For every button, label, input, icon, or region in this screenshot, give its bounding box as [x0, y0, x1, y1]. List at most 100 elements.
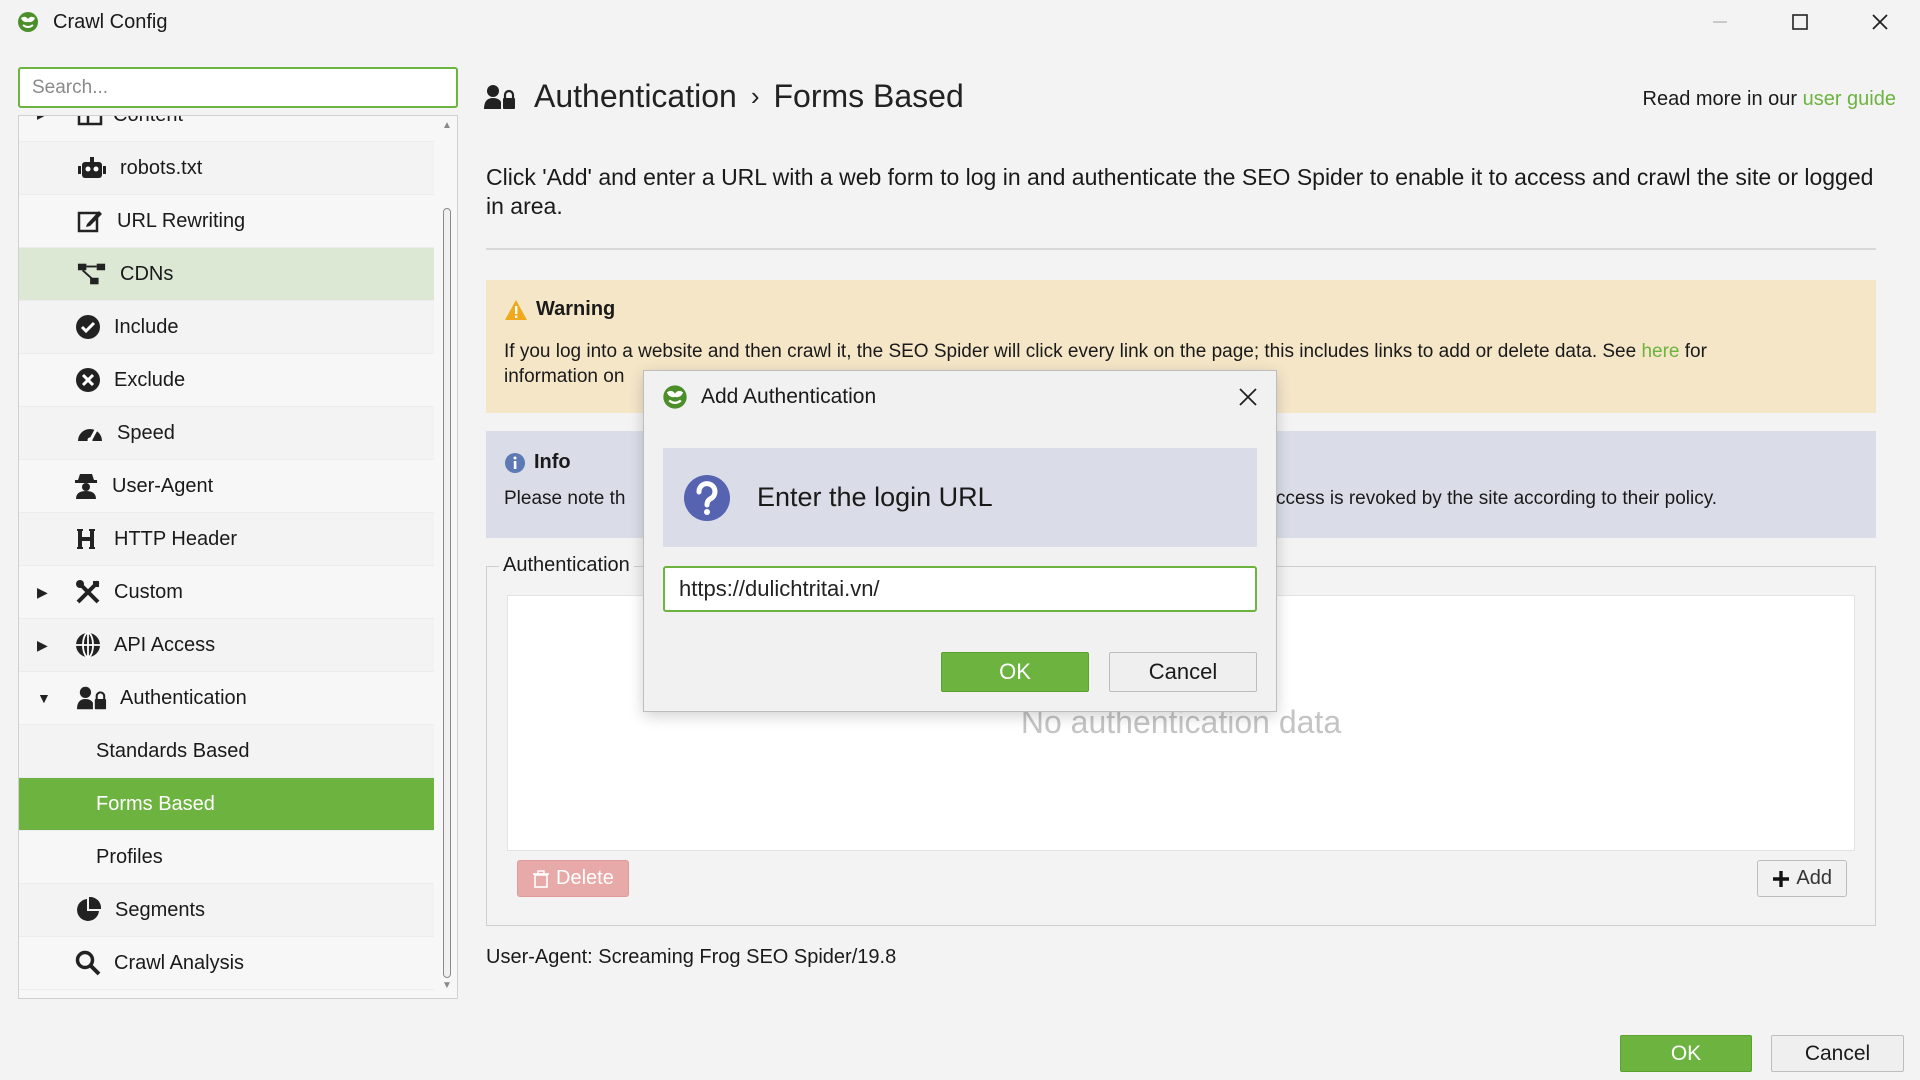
layout-icon: [75, 116, 105, 130]
close-button[interactable]: [1840, 0, 1920, 44]
dialog-cancel-button[interactable]: Cancel: [1109, 652, 1257, 692]
sidebar-item-label: API Access: [114, 633, 216, 656]
sidebar-item-standards-based[interactable]: Standards Based: [19, 725, 434, 778]
breadcrumb-separator: ›: [750, 81, 760, 111]
read-more-text: Read more in our: [1642, 88, 1803, 110]
add-button[interactable]: Add: [1757, 860, 1847, 897]
minimize-icon: [1713, 21, 1727, 23]
sidebar-item-user-agent[interactable]: User-Agent: [19, 460, 434, 513]
user-guide-link[interactable]: user guide: [1803, 88, 1896, 110]
tools-icon: [73, 577, 103, 607]
sidebar-item-profiles[interactable]: Profiles: [19, 831, 434, 884]
sidebar-item-label: Custom: [114, 580, 183, 603]
info-title: Info: [534, 451, 571, 473]
dialog-title: Add Authentication: [701, 385, 877, 408]
check-circle-icon: [73, 312, 103, 342]
frog-globe-icon: [663, 385, 687, 409]
sidebar-item-label: Profiles: [96, 845, 163, 868]
breadcrumb: Authentication › Forms Based: [484, 78, 964, 115]
page-title: Forms Based: [773, 78, 964, 114]
search-input[interactable]: [18, 67, 458, 108]
warning-here-link[interactable]: here: [1641, 341, 1679, 362]
sidebar-item-label: Segments: [115, 898, 206, 921]
group-legend: Authentication: [499, 554, 634, 577]
add-authentication-dialog: Add Authentication Enter the login URL O…: [643, 370, 1277, 712]
sidebar-item-label: User-Agent: [112, 474, 214, 497]
maximize-button[interactable]: [1760, 0, 1840, 44]
title-bar: Crawl Config: [0, 0, 1920, 44]
config-tree: ▸ Content robots.txt URL Rewriting CDNs: [18, 115, 458, 999]
info-text-left: Please note th: [504, 488, 626, 509]
maximize-icon: [1792, 14, 1808, 30]
sidebar-item-label: Standards Based: [96, 739, 250, 762]
h-icon: [71, 524, 101, 554]
dialog-title-bar: Add Authentication: [661, 383, 876, 411]
sidebar-item-include[interactable]: Include: [19, 301, 434, 354]
scroll-down-icon[interactable]: ▼: [441, 980, 453, 992]
sidebar-item-label: URL Rewriting: [117, 209, 246, 232]
globe-icon: [73, 630, 103, 660]
sidebar-scrollbar[interactable]: ▲ ▼: [437, 116, 457, 998]
sidebar-item-url-rewriting[interactable]: URL Rewriting: [19, 195, 434, 248]
x-circle-icon: [73, 365, 103, 395]
expand-caret-icon[interactable]: ▶: [37, 584, 51, 601]
prompt-text: Enter the login URL: [757, 482, 993, 512]
dialog-ok-button[interactable]: OK: [941, 652, 1089, 692]
question-icon: [684, 474, 730, 521]
sidebar-item-speed[interactable]: Speed: [19, 407, 434, 460]
warning-title: Warning: [536, 298, 616, 320]
sidebar-item-authentication[interactable]: ▼ Authentication: [19, 672, 434, 725]
sidebar-item-http-header[interactable]: HTTP Header: [19, 513, 434, 566]
sidebar-item-robots[interactable]: robots.txt: [19, 142, 434, 195]
sidebar-item-cdns[interactable]: CDNs: [19, 248, 434, 301]
gauge-icon: [75, 418, 105, 448]
user-secret-icon: [71, 471, 101, 501]
add-label: Add: [1796, 867, 1832, 889]
minimize-button[interactable]: [1680, 0, 1760, 44]
sidebar-item-label: HTTP Header: [114, 527, 238, 550]
sidebar-item-segments[interactable]: Segments: [19, 884, 434, 937]
frog-globe-icon: [18, 12, 38, 32]
search-icon: [73, 948, 103, 978]
pie-chart-icon: [73, 895, 103, 925]
close-icon: [1872, 14, 1888, 30]
sidebar-item-exclude[interactable]: Exclude: [19, 354, 434, 407]
expand-caret-icon[interactable]: ▸: [37, 116, 51, 124]
network-icon: [77, 259, 107, 289]
window-title: Crawl Config: [53, 11, 168, 33]
delete-button[interactable]: Delete: [517, 860, 629, 897]
delete-label: Delete: [556, 867, 614, 889]
sidebar-item-content[interactable]: ▸ Content: [19, 116, 434, 142]
sidebar-item-custom[interactable]: ▶ Custom: [19, 566, 434, 619]
info-icon: [505, 452, 525, 473]
collapse-caret-icon[interactable]: ▼: [37, 690, 51, 706]
sidebar-item-label: Forms Based: [96, 792, 215, 815]
user-lock-icon: [484, 84, 515, 109]
warning-text-part: If you log into a website and then crawl…: [504, 341, 1642, 362]
info-text-right: ccess is revoked by the site according t…: [1276, 488, 1718, 509]
cancel-button[interactable]: Cancel: [1771, 1035, 1904, 1072]
sidebar-item-crawl-analysis[interactable]: Crawl Analysis: [19, 937, 434, 990]
warning-text-part: for: [1679, 341, 1707, 362]
sidebar-item-label: robots.txt: [120, 156, 203, 179]
sidebar-item-label: Exclude: [114, 368, 186, 391]
sidebar-item-api-access[interactable]: ▶ API Access: [19, 619, 434, 672]
sidebar-item-label: Authentication: [120, 686, 247, 709]
warning-icon: [505, 299, 527, 320]
dialog-close-button[interactable]: [1234, 383, 1262, 411]
trash-icon: [533, 869, 549, 888]
breadcrumb-section: Authentication: [534, 78, 737, 114]
sidebar-item-forms-based[interactable]: Forms Based: [19, 778, 434, 831]
robot-icon: [77, 153, 107, 183]
login-url-input[interactable]: [663, 566, 1257, 612]
plus-icon: [1773, 870, 1790, 887]
user-agent-text: User-Agent: Screaming Frog SEO Spider/19…: [486, 946, 897, 968]
scrollbar-thumb[interactable]: [443, 208, 451, 978]
ok-button[interactable]: OK: [1620, 1035, 1752, 1072]
warning-text-part: information on: [504, 366, 625, 387]
divider: [486, 248, 1876, 250]
scroll-up-icon[interactable]: ▲: [441, 120, 453, 132]
sidebar-item-label: Content: [113, 116, 183, 127]
expand-caret-icon[interactable]: ▶: [37, 637, 51, 654]
edit-icon: [75, 206, 105, 236]
